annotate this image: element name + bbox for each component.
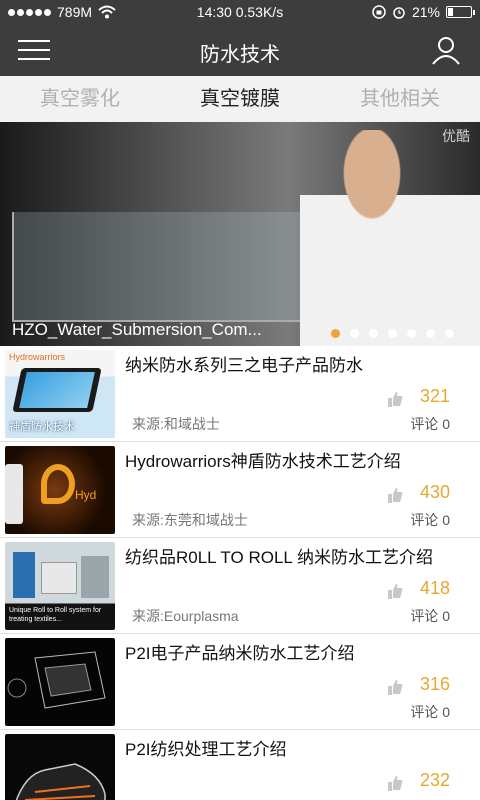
- thumbs-up-icon[interactable]: [386, 774, 404, 792]
- video-thumbnail: Unique Roll to Roll system for treating …: [5, 542, 115, 630]
- thumbs-up-icon[interactable]: [386, 678, 404, 696]
- page-title: 防水技术: [200, 44, 280, 66]
- page-indicator-dot[interactable]: [331, 329, 340, 338]
- list-item[interactable]: Hydrowarriors 神盾防水技术 纳米防水系列三之电子产品防水 来源:和…: [0, 346, 480, 442]
- like-count: 418: [419, 578, 450, 598]
- orientation-lock-icon: [372, 5, 386, 19]
- page-indicator-dot[interactable]: [369, 329, 378, 338]
- item-title: Hydrowarriors神盾防水技术工艺介绍: [125, 452, 401, 471]
- video-banner[interactable]: 优酷 HZO_Water_Submersion_Com...: [0, 122, 480, 346]
- thumbnail-brand-text: Hyd: [75, 488, 97, 502]
- battery-percent: 21%: [411, 4, 440, 20]
- list-item[interactable]: Unique Roll to Roll system for treating …: [0, 538, 480, 634]
- like-count: 232: [419, 770, 450, 790]
- banner-page-indicators[interactable]: [331, 329, 454, 338]
- thumbs-up-icon[interactable]: [386, 486, 404, 504]
- status-bar: 789M 14:30 0.53K/s 21%: [0, 0, 480, 24]
- battery-icon: [446, 6, 475, 18]
- item-source: 来源:东莞和域战士: [132, 512, 248, 528]
- comment-count: 评论 0: [410, 704, 450, 720]
- video-thumbnail: Hydrowarriors 神盾防水技术: [5, 350, 115, 438]
- thumbnail-caption: Unique Roll to Roll system for treating …: [9, 607, 102, 623]
- user-profile-icon[interactable]: [430, 34, 462, 66]
- like-count: 321: [419, 386, 450, 406]
- item-title: 纳米防水系列三之电子产品防水: [125, 356, 363, 375]
- comment-count: 评论 0: [410, 512, 450, 528]
- item-title: 纺织品R0LL TO ROLL 纳米防水工艺介绍: [125, 548, 433, 567]
- list-item[interactable]: Hyd Hydrowarriors神盾防水技术工艺介绍 来源:东莞和域战士 43…: [0, 442, 480, 538]
- tab-vacuum-coating[interactable]: 真空镀膜: [160, 76, 320, 122]
- thumbs-up-icon[interactable]: [386, 390, 404, 408]
- page-indicator-dot[interactable]: [350, 329, 359, 338]
- app-header: 防水技术: [0, 24, 480, 76]
- thumbnail-brand-text: Hydrowarriors: [9, 352, 66, 362]
- thumbnail-caption: 神盾防水技术: [9, 421, 75, 433]
- like-count: 316: [419, 674, 450, 694]
- page-indicator-dot[interactable]: [445, 329, 454, 338]
- item-source: 来源:Eourplasma: [132, 608, 239, 624]
- list-item[interactable]: P2I纺织处理工艺介绍 232: [0, 730, 480, 800]
- thumbnail-shoe: [15, 763, 106, 800]
- page-indicator-dot[interactable]: [388, 329, 397, 338]
- tab-vacuum-atomization[interactable]: 真空雾化: [0, 76, 160, 122]
- video-thumbnail: [5, 734, 115, 800]
- video-watermark: 优酷: [442, 128, 470, 144]
- thumbnail-wireframe: [7, 651, 106, 709]
- status-right: 21%: [372, 4, 475, 20]
- comment-count: 评论 0: [410, 416, 450, 432]
- banner-caption: HZO_Water_Submersion_Com...: [12, 320, 262, 339]
- video-list: Hydrowarriors 神盾防水技术 纳米防水系列三之电子产品防水 来源:和…: [0, 346, 480, 800]
- item-title: P2I纺织处理工艺介绍: [125, 740, 287, 759]
- category-tabs: 真空雾化 真空镀膜 其他相关: [0, 76, 480, 122]
- like-count: 430: [419, 482, 450, 502]
- item-source: 来源:和域战士: [132, 416, 220, 432]
- thumbs-up-icon[interactable]: [386, 582, 404, 600]
- video-thumbnail: Hyd: [5, 446, 115, 534]
- alarm-icon: [393, 7, 405, 19]
- page-indicator-dot[interactable]: [407, 329, 416, 338]
- item-title: P2I电子产品纳米防水工艺介绍: [125, 644, 355, 663]
- list-item[interactable]: P2I电子产品纳米防水工艺介绍 316 评论 0: [0, 634, 480, 730]
- page-indicator-dot[interactable]: [426, 329, 435, 338]
- banner-image-tank: [12, 212, 302, 322]
- video-thumbnail: [5, 638, 115, 726]
- tab-other-related[interactable]: 其他相关: [320, 76, 480, 122]
- banner-image-presenter: [300, 130, 480, 346]
- comment-count: 评论 0: [410, 608, 450, 624]
